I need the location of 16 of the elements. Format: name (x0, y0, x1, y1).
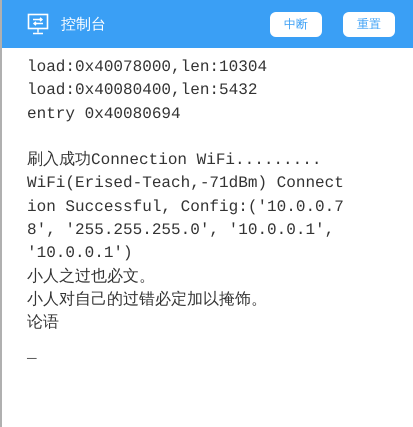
console-line: 刷入成功Connection WiFi......... (27, 150, 322, 172)
console-line: 8', '255.255.255.0', '10.0.0.1', (27, 220, 334, 242)
console-line: 论语 (27, 313, 59, 334)
console-line: ion Successful, Config:('10.0.0.7 (27, 196, 344, 218)
console-line: '10.0.0.1') (27, 243, 133, 264)
monitor-icon (27, 13, 49, 35)
console-line: 小人之过也必文。 (27, 266, 155, 288)
header-button[interactable]: 中断 (270, 12, 322, 36)
text-cursor: _ (27, 342, 37, 364)
console-line: load:0x40080400,len:5432 (27, 80, 258, 102)
header-button[interactable]: 重置 (343, 12, 395, 36)
console-line: entry 0x40080694 (27, 104, 181, 125)
console-line: 小人对自己的过错必定加以掩饰。 (27, 290, 267, 311)
panel-title: 控制台 (61, 14, 106, 34)
console-line: load:0x40078000,len:10304 (27, 57, 268, 78)
console-line: WiFi(Erised-Teach,-71dBm) Connect (27, 173, 344, 194)
